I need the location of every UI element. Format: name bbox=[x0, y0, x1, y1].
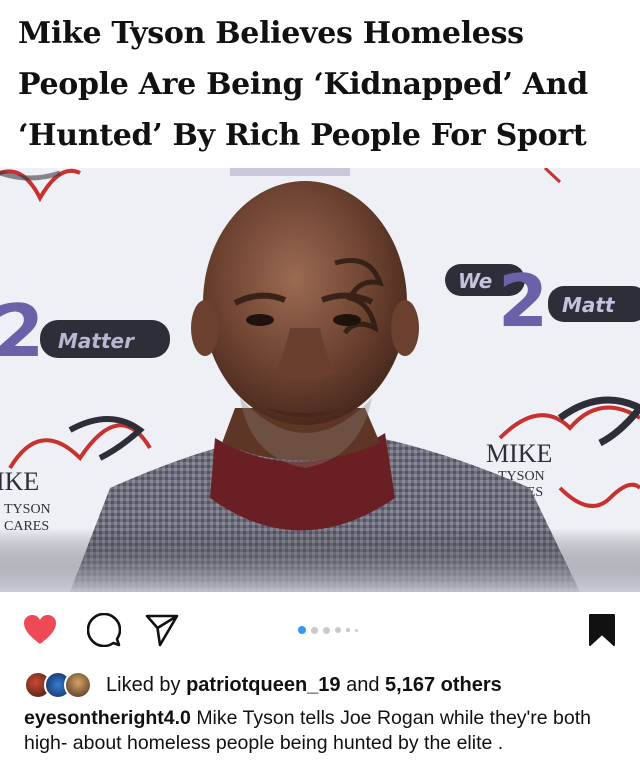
photo-illustration: 2 Matter We 2 Matt IKE TYSON CARES MIKE … bbox=[0, 168, 640, 592]
liker-avatars[interactable] bbox=[24, 670, 94, 700]
save-button[interactable] bbox=[584, 612, 620, 648]
logo-we-right: We bbox=[458, 269, 492, 293]
headline-line-3: ‘Hunted’ By Rich People For Sport bbox=[18, 118, 587, 153]
headline-title: Mike Tyson Believes Homeless People Are … bbox=[18, 8, 624, 161]
likes-row: Liked by patriotqueen_19 and 5,167 other… bbox=[24, 670, 502, 700]
headline-line-1: Mike Tyson Believes Homeless bbox=[18, 16, 524, 51]
liked-by-prefix: Liked by bbox=[106, 673, 181, 696]
logo-tyson-left: TYSON bbox=[4, 502, 51, 517]
logo-matter-left: Matter bbox=[58, 329, 135, 353]
heart-icon bbox=[24, 615, 56, 644]
carousel-dot bbox=[355, 628, 358, 632]
logo-matt-right: Matt bbox=[562, 293, 616, 317]
logo-ike-left: IKE bbox=[0, 467, 39, 496]
liker-username[interactable]: patriotqueen_19 bbox=[186, 674, 340, 697]
logo-2-left: 2 bbox=[0, 289, 44, 373]
like-button[interactable] bbox=[22, 612, 58, 648]
comment-button[interactable] bbox=[86, 612, 122, 648]
carousel-indicator bbox=[298, 626, 358, 634]
carousel-dot-active bbox=[298, 626, 306, 634]
carousel-dot bbox=[346, 628, 350, 632]
logo-2-right: 2 bbox=[498, 259, 548, 343]
comment-icon bbox=[87, 613, 121, 647]
headline-line-2: People Are Being ‘Kidnapped’ And bbox=[18, 67, 588, 102]
avatar bbox=[64, 671, 92, 699]
liked-by-and: and bbox=[346, 673, 380, 696]
article-headline: Mike Tyson Believes Homeless People Are … bbox=[0, 0, 640, 168]
carousel-dot bbox=[323, 626, 330, 634]
carousel-dot bbox=[311, 626, 318, 634]
share-icon bbox=[145, 614, 179, 647]
share-button[interactable] bbox=[144, 612, 180, 648]
caption-username[interactable]: eyesontheright4.0 bbox=[24, 707, 191, 729]
post-caption: eyesontheright4.0 Mike Tyson tells Joe R… bbox=[24, 706, 624, 756]
bookmark-icon bbox=[589, 614, 615, 646]
carousel-dot bbox=[335, 627, 341, 633]
logo-mike-right: MIKE bbox=[486, 439, 552, 468]
post-photo[interactable]: 2 Matter We 2 Matt IKE TYSON CARES MIKE … bbox=[0, 168, 640, 592]
likes-count[interactable]: 5,167 others bbox=[385, 674, 502, 697]
